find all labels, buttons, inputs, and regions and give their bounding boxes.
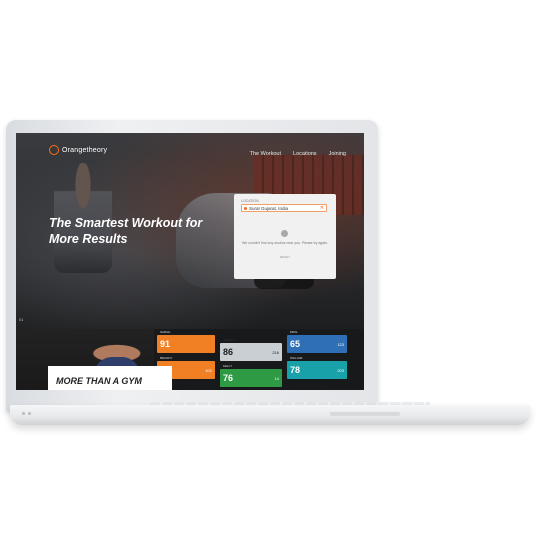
indicator-light-icon xyxy=(28,412,31,415)
score-tile: MIKE 65 123 xyxy=(287,330,347,353)
location-pin-icon xyxy=(244,206,247,210)
score-tile: JOHNNY 86 216 xyxy=(220,338,282,361)
score-tile: KELLY 76 14 xyxy=(220,364,282,387)
location-message: We couldn't find any studios near you. P… xyxy=(241,241,328,245)
site-logo[interactable]: Orangetheory xyxy=(49,145,107,155)
score-tile: WILLIAM 78 203 xyxy=(287,356,347,379)
section-title: MORE THAN A GYM xyxy=(56,376,142,386)
trackpad-notch xyxy=(330,412,400,416)
lower-section: SARAH 91 JOHNNY 86 216 MIKE 65 123 BRAND… xyxy=(16,329,364,390)
close-icon[interactable]: ✕ xyxy=(320,205,324,211)
main-nav: The Workout Locations Joining xyxy=(250,151,346,157)
location-finder-card: LOCATION Surat Gujarat, India ✕ We could… xyxy=(234,194,336,279)
nav-item-joining[interactable]: Joining xyxy=(329,151,346,157)
hero-headline: The Smartest Workout for More Results xyxy=(49,216,203,246)
hero-section: Orangetheory The Workout Locations Joini… xyxy=(16,133,364,329)
nav-item-workout[interactable]: The Workout xyxy=(250,151,281,157)
no-results-icon xyxy=(281,230,288,237)
location-label: LOCATION xyxy=(241,199,259,203)
more-than-gym-panel: MORE THAN A GYM xyxy=(48,366,172,390)
nav-item-locations[interactable]: Locations xyxy=(293,151,317,157)
performance-scoreboard: SARAH 91 JOHNNY 86 216 MIKE 65 123 BRAND… xyxy=(154,329,364,390)
slide-indicator[interactable]: 01 xyxy=(19,317,23,322)
laptop-screen: Orangetheory The Workout Locations Joini… xyxy=(16,133,364,390)
logo-text: Orangetheory xyxy=(62,146,108,154)
score-tile: SARAH 91 xyxy=(157,330,215,353)
reset-link[interactable]: RESET xyxy=(240,255,330,259)
laptop-base xyxy=(10,405,530,425)
orange-circle-logo-icon xyxy=(49,145,59,155)
location-input[interactable]: Surat Gujarat, India ✕ xyxy=(241,204,327,212)
indicator-light-icon xyxy=(22,412,25,415)
location-value: Surat Gujarat, India xyxy=(249,205,289,211)
